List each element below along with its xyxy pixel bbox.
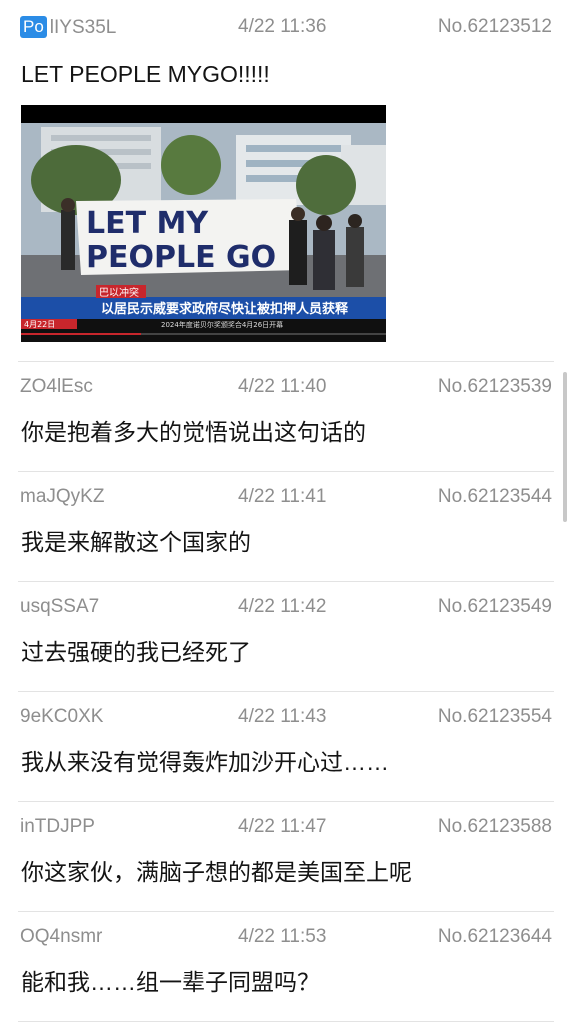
reply-post: maJQyKZ 4/22 11:41 No.62123544 我是来解散这个国家… — [18, 472, 554, 582]
post-meta: maJQyKZ 4/22 11:41 No.62123544 — [18, 486, 554, 510]
post-meta: inTDJPP 4/22 11:47 No.62123588 — [18, 816, 554, 840]
post-time: 4/22 11:42 — [238, 596, 327, 617]
reply-post: inTDJPP 4/22 11:47 No.62123588 你这家伙，满脑子想… — [18, 802, 554, 912]
post-meta: usqSSA7 4/22 11:42 No.62123549 — [18, 596, 554, 620]
post-content: 过去强硬的我已经死了 — [21, 639, 251, 665]
post-time: 4/22 11:43 — [238, 706, 327, 727]
author-id[interactable]: maJQyKZ — [20, 486, 104, 508]
post-number[interactable]: No.62123512 — [438, 16, 552, 38]
post-meta: Po lIYS35L 4/22 11:36 No.62123512 — [18, 16, 554, 40]
reply-post: OQ4nsmr 4/22 11:53 No.62123644 能和我……组一辈子… — [18, 912, 554, 1022]
author-id: lIYS35L — [49, 17, 117, 38]
thread-page: Po lIYS35L 4/22 11:36 No.62123512 LET PEO… — [0, 0, 570, 1024]
scrollbar[interactable] — [563, 372, 567, 522]
original-post: Po lIYS35L 4/22 11:36 No.62123512 LET PEO… — [18, 0, 554, 362]
caption-main: 以居民示威要求政府尽快让被扣押人员获释 — [101, 301, 349, 317]
post-content: 我是来解散这个国家的 — [21, 529, 251, 555]
reply-post: 9eKC0XK 4/22 11:43 No.62123554 我从来没有觉得轰炸… — [18, 692, 554, 802]
reply-post: ZO4lEsc 4/22 11:40 No.62123539 你是抱着多大的觉悟… — [18, 362, 554, 472]
post-time: 4/22 11:40 — [238, 376, 327, 397]
post-number[interactable]: No.62123539 — [438, 376, 552, 398]
post-image[interactable]: LET MY PEOPLE GO 巴以冲突 以居民示威要求政府尽快让被扣押人员获… — [21, 105, 386, 342]
post-time: 4/22 11:47 — [238, 816, 327, 837]
news-screenshot-image: LET MY PEOPLE GO 巴以冲突 以居民示威要求政府尽快让被扣押人员获… — [21, 105, 386, 342]
banner-text-line2: PEOPLE GO — [86, 240, 276, 275]
post-content: 你这家伙，满脑子想的都是美国至上呢 — [21, 859, 412, 885]
post-number[interactable]: No.62123588 — [438, 816, 552, 838]
reply-post: usqSSA7 4/22 11:42 No.62123549 过去强硬的我已经死… — [18, 582, 554, 692]
post-number[interactable]: No.62123549 — [438, 596, 552, 618]
post-meta: 9eKC0XK 4/22 11:43 No.62123554 — [18, 706, 554, 730]
banner-text-line1: LET MY — [86, 206, 209, 241]
post-time: 4/22 11:36 — [238, 16, 327, 37]
ticker-text: 2024年度诺贝尔奖颁奖合4月26日开幕 — [161, 320, 283, 329]
author-id[interactable]: usqSSA7 — [20, 596, 99, 618]
author-id[interactable]: inTDJPP — [20, 816, 95, 838]
post-content: 我从来没有觉得轰炸加沙开心过…… — [21, 749, 389, 775]
ticker-date: 4月22日 — [24, 320, 55, 329]
author-id[interactable]: ZO4lEsc — [20, 376, 93, 398]
po-badge: Po — [20, 16, 47, 38]
author-id[interactable]: 9eKC0XK — [20, 706, 103, 728]
post-number[interactable]: No.62123554 — [438, 706, 552, 728]
post-time: 4/22 11:41 — [238, 486, 327, 507]
post-meta: ZO4lEsc 4/22 11:40 No.62123539 — [18, 376, 554, 400]
author-id[interactable]: OQ4nsmr — [20, 926, 102, 948]
post-number[interactable]: No.62123644 — [438, 926, 552, 948]
post-content: LET PEOPLE MYGO!!!!! — [21, 61, 270, 87]
post-meta: OQ4nsmr 4/22 11:53 No.62123644 — [18, 926, 554, 950]
caption-tag: 巴以冲突 — [99, 286, 139, 299]
post-time: 4/22 11:53 — [238, 926, 327, 947]
post-author[interactable]: Po lIYS35L — [20, 16, 116, 39]
post-number[interactable]: No.62123544 — [438, 486, 552, 508]
post-content: 你是抱着多大的觉悟说出这句话的 — [21, 419, 366, 445]
post-content: 能和我……组一辈子同盟吗？ — [21, 969, 320, 995]
